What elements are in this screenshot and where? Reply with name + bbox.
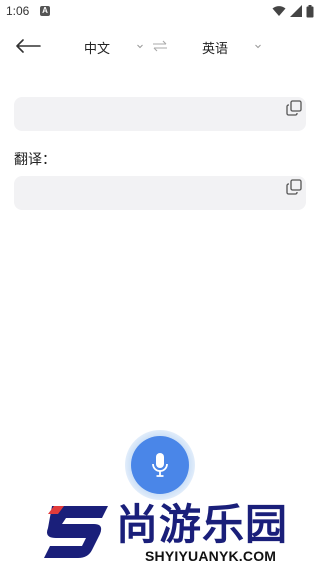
language-toolbar: 中文 英语 xyxy=(0,28,320,68)
copy-icon[interactable] xyxy=(286,100,302,116)
watermark-chinese: 尚游乐园 xyxy=(116,500,289,549)
battery-icon xyxy=(306,4,314,17)
watermark: 尚游乐园 SHYIYUANYK.COM xyxy=(42,500,318,564)
wifi-icon xyxy=(272,6,286,16)
target-language-selector[interactable]: 英语 xyxy=(202,38,228,57)
copy-icon[interactable] xyxy=(286,179,302,195)
back-button[interactable] xyxy=(12,34,44,58)
translation-label: 翻译： xyxy=(14,152,56,168)
signal-icon xyxy=(290,5,302,17)
swap-languages-icon[interactable] xyxy=(152,40,168,52)
microphone-button[interactable] xyxy=(131,436,189,494)
source-text-input[interactable] xyxy=(14,97,306,131)
notification-icon: A xyxy=(40,6,50,16)
watermark-domain: SHYIYUANYK.COM xyxy=(145,548,277,564)
microphone-icon xyxy=(152,453,168,477)
back-arrow-icon xyxy=(16,39,41,53)
watermark-logo xyxy=(44,506,108,558)
status-bar: 1:06 A xyxy=(0,0,320,24)
status-time: 1:06 xyxy=(6,4,30,18)
status-icons xyxy=(272,4,314,18)
chevron-down-icon[interactable] xyxy=(136,42,144,50)
source-language-selector[interactable]: 中文 xyxy=(84,38,110,57)
translation-output xyxy=(14,176,306,210)
chevron-down-icon[interactable] xyxy=(254,42,262,50)
